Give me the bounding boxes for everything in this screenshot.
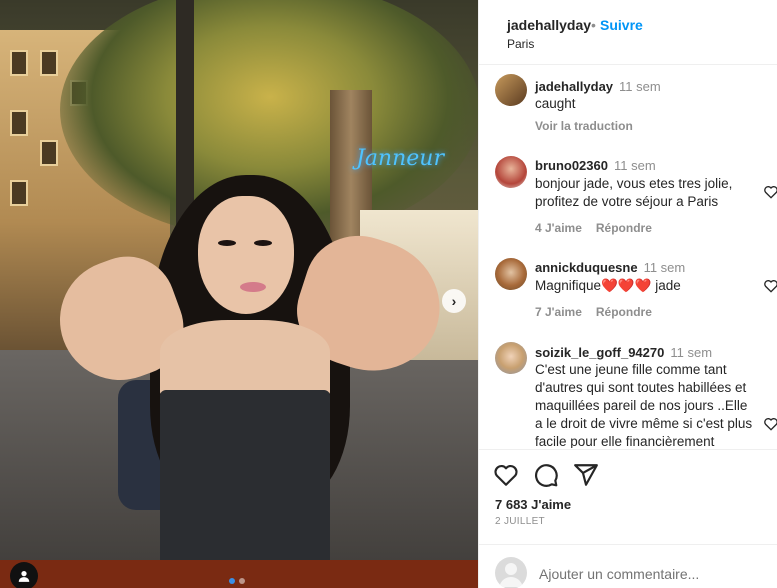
- comment-text: Magnifique❤️❤️❤️ jade: [535, 277, 757, 295]
- post-photo[interactable]: Janneur ›: [0, 0, 478, 588]
- comment-text-end: jade: [655, 278, 681, 293]
- comment-likes-count[interactable]: 7 J'aime: [535, 305, 582, 319]
- reply-link[interactable]: Répondre: [596, 221, 652, 235]
- comment-username[interactable]: jadehallyday: [535, 79, 613, 94]
- comment-text-start: Magnifique: [535, 278, 602, 293]
- avatar: [495, 557, 527, 588]
- comment-username-line: jadehallyday 11 sem: [535, 79, 661, 94]
- comment-username-line: soizik_le_goff_94270 11 sem: [535, 345, 712, 360]
- reply-link[interactable]: Répondre: [596, 305, 652, 319]
- user-tag-button[interactable]: [10, 562, 38, 588]
- neon-sign: Janneur: [356, 146, 444, 171]
- comment-username[interactable]: bruno02360: [535, 158, 608, 173]
- photo-top: [160, 390, 330, 570]
- comment-username[interactable]: soizik_le_goff_94270: [535, 345, 664, 360]
- avatar[interactable]: [495, 258, 527, 290]
- heart-icon[interactable]: [493, 462, 519, 488]
- comment-username[interactable]: annickduquesne: [535, 260, 638, 275]
- photo-face: [198, 196, 294, 314]
- carousel-dot: [239, 578, 245, 584]
- comment-username-line: annickduquesne 11 sem: [535, 260, 685, 275]
- header-separator: •: [591, 17, 596, 33]
- carousel-dot-active: [229, 578, 235, 584]
- see-translation-link[interactable]: Voir la traduction: [535, 119, 633, 133]
- heart-small-icon[interactable]: [763, 278, 777, 294]
- share-icon[interactable]: [573, 462, 599, 488]
- post-sidebar: jadehallyday • Suivre Paris jadehallyday…: [478, 0, 777, 588]
- photo-lips: [240, 282, 266, 292]
- add-comment-bar: [479, 544, 777, 588]
- avatar[interactable]: [495, 74, 527, 106]
- comment-time[interactable]: 11 sem: [644, 260, 686, 275]
- post-header: jadehallyday • Suivre Paris: [479, 0, 777, 65]
- carousel-dots: [229, 578, 245, 584]
- avatar[interactable]: [495, 342, 527, 374]
- post-date[interactable]: 2 JUILLET: [495, 516, 545, 527]
- comment-time[interactable]: 11 sem: [619, 79, 661, 94]
- comment-meta: 4 J'aime Répondre: [535, 221, 666, 235]
- avatar[interactable]: [495, 156, 527, 188]
- next-photo-button[interactable]: ›: [442, 289, 466, 313]
- comment-meta: Voir la traduction: [535, 119, 647, 133]
- chevron-right-icon: ›: [451, 293, 457, 309]
- default-avatar-icon: [499, 563, 523, 587]
- photo-chest: [160, 320, 330, 400]
- comment-text: caught: [535, 96, 576, 111]
- heart-emoji-icon: ❤️❤️❤️: [601, 278, 652, 293]
- comment-text: C'est une jeune fille comme tant d'autre…: [535, 362, 753, 448]
- post-actions: 7 683 J'aime 2 JUILLET: [479, 449, 777, 588]
- comment-time[interactable]: 11 sem: [670, 345, 712, 360]
- comment-icon[interactable]: [533, 462, 559, 488]
- photo-eye-right: [254, 240, 272, 246]
- heart-small-icon[interactable]: [763, 416, 777, 432]
- comment-likes-count[interactable]: 4 J'aime: [535, 221, 582, 235]
- post-location[interactable]: Paris: [507, 37, 534, 51]
- comments-list[interactable]: jadehallyday 11 sem caught Voir la traduc…: [479, 66, 777, 448]
- comment-username-line: bruno02360 11 sem: [535, 158, 656, 173]
- heart-small-icon[interactable]: [763, 184, 777, 200]
- comment-text: bonjour jade, vous etes tres jolie, prof…: [535, 176, 733, 209]
- comment-time[interactable]: 11 sem: [614, 158, 656, 173]
- likes-count[interactable]: 7 683 J'aime: [495, 497, 571, 512]
- follow-button[interactable]: Suivre: [600, 17, 643, 33]
- comment-input[interactable]: [539, 565, 749, 583]
- post-username[interactable]: jadehallyday: [507, 17, 591, 33]
- photo-eye-left: [218, 240, 236, 246]
- user-tag-icon: [18, 571, 30, 582]
- comment-meta: 7 J'aime Répondre: [535, 305, 666, 319]
